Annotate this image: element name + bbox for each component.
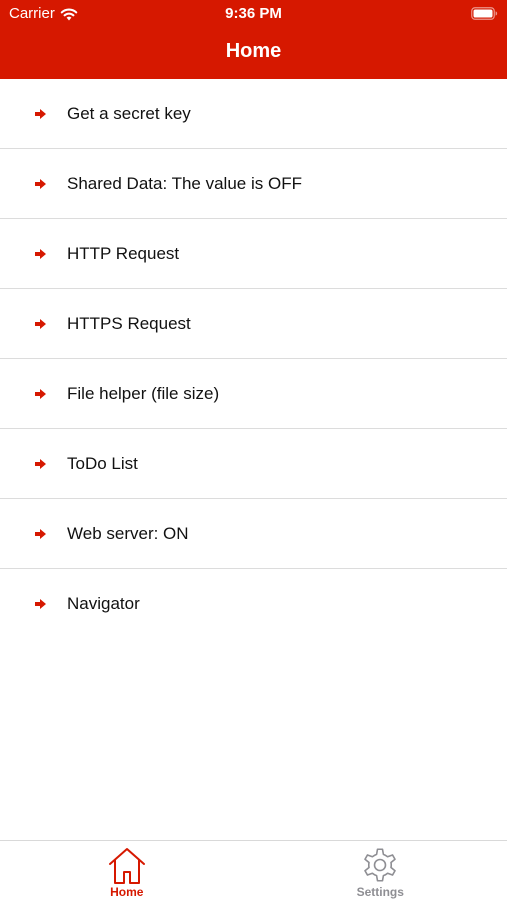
gear-icon [364,848,397,882]
list-item-label: File helper (file size) [67,383,220,403]
list-item-navigator[interactable]: Navigator [0,569,507,639]
menu-list: Get a secret key Shared Data: The value … [0,79,507,639]
list-item-label: HTTP Request [67,243,180,263]
status-bar: Carrier 9:36 PM [0,0,507,28]
arrow-right-icon [35,318,46,329]
tab-home[interactable]: Home [0,841,254,900]
list-item-web-server[interactable]: Web server: ON [0,499,507,569]
arrow-right-icon [35,178,46,189]
list-item-label: Get a secret key [67,103,191,123]
arrow-right-icon [35,458,46,469]
arrow-right-icon [35,248,46,259]
list-item-label: Web server: ON [67,523,189,543]
list-item-label: Shared Data: The value is OFF [67,173,302,193]
arrow-right-icon [35,599,46,609]
list-item-label: ToDo List [67,453,138,473]
list-item-shared-data[interactable]: Shared Data: The value is OFF [0,149,507,219]
page-title: Home [225,40,282,62]
list-item-label: HTTPS Request [67,313,191,333]
list-item-https-request[interactable]: HTTPS Request [0,289,507,359]
list-item-file-helper[interactable]: File helper (file size) [0,359,507,429]
arrow-right-icon [35,388,46,399]
tab-settings[interactable]: Settings [254,841,507,900]
status-time: 9:36 PM [225,5,282,22]
list-item-todo-list[interactable]: ToDo List [0,429,507,499]
list-item-label: Navigator [67,594,140,613]
app-screen: Carrier 9:36 PM Home Get a secret key Sh… [0,0,507,900]
home-icon [108,848,145,884]
list-item-get-secret-key[interactable]: Get a secret key [0,79,507,149]
arrow-right-icon [35,528,46,539]
tab-home-label: Home [110,885,144,899]
navigation-header: Carrier 9:36 PM Home [0,0,507,79]
arrow-right-icon [35,108,46,119]
tab-settings-label: Settings [356,885,404,899]
tab-bar: Home Settings [0,840,507,900]
list-item-http-request[interactable]: HTTP Request [0,219,507,289]
battery-icon [471,7,498,20]
